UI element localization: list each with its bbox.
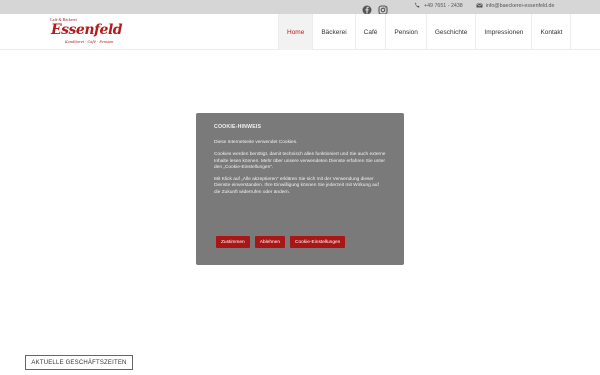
phone-number[interactable]: +49 7651 - 2438: [424, 3, 463, 9]
cookie-settings-button[interactable]: Cookie-Einstellungen: [290, 236, 346, 248]
opening-hours-button[interactable]: AKTUELLE GESCHÄFTSZEITEN: [25, 355, 133, 370]
nav-item-geschichte[interactable]: Geschichte: [425, 14, 476, 50]
cookie-dialog: COOKIE-HINWEIS Diese Internetseite verwe…: [196, 113, 404, 265]
nav-item-pension[interactable]: Pension: [385, 14, 426, 50]
phone-icon: [414, 2, 421, 9]
main-nav: Home Bäckerei Café Pension Geschichte Im…: [278, 14, 572, 50]
cookie-text-consent: Mit Klick auf „Alle akzeptieren“ erkläre…: [214, 177, 379, 195]
nav-item-impressionen[interactable]: Impressionen: [475, 14, 531, 50]
nav-item-cafe[interactable]: Café: [354, 14, 386, 50]
logo-subline: Konditorei · Café · Pension: [65, 40, 114, 44]
email-address[interactable]: info@baeckerei-essenfeld.de: [486, 3, 555, 9]
cookie-text-intro: Diese Internetseite verwendet Cookies.: [214, 140, 298, 145]
contact-info: +49 7651 - 2438 info@baeckerei-essenfeld…: [414, 2, 554, 9]
accept-button[interactable]: Zustimmen: [216, 236, 250, 248]
nav-item-baeckerei[interactable]: Bäckerei: [312, 14, 354, 50]
instagram-icon[interactable]: [378, 2, 388, 15]
email-link[interactable]: info@baeckerei-essenfeld.de: [476, 2, 555, 9]
cookie-title: COOKIE-HINWEIS: [214, 124, 262, 130]
cookie-buttons: Zustimmen Ablehnen Cookie-Einstellungen: [216, 236, 346, 248]
logo-name: Essenfeld: [51, 22, 123, 38]
reject-button[interactable]: Ablehnen: [254, 236, 286, 248]
logo[interactable]: Café & Bäckerei Essenfeld Konditorei · C…: [48, 16, 123, 50]
cookie-text-details: Cookies werden benötigt, damit technisch…: [214, 152, 386, 170]
social-links: [362, 2, 388, 15]
nav-item-kontakt[interactable]: Kontakt: [531, 14, 572, 50]
nav-item-home[interactable]: Home: [278, 14, 313, 50]
facebook-icon[interactable]: [362, 2, 372, 15]
envelope-icon: [476, 2, 483, 9]
phone-link[interactable]: +49 7651 - 2438: [414, 2, 463, 9]
top-bar: +49 7651 - 2438 info@baeckerei-essenfeld…: [0, 0, 600, 15]
